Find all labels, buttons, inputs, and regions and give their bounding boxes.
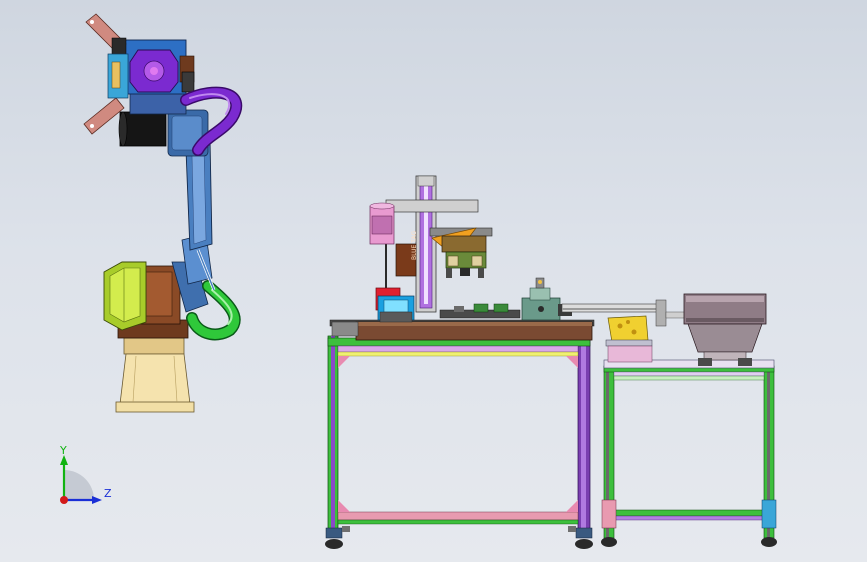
motor-green-icon [103,261,147,331]
table-side-block [331,321,359,337]
label-block: BLUE TAG [395,231,418,277]
feeder-frame [603,365,775,539]
bracket-br [566,500,578,512]
feeder-feet [601,499,777,547]
bracket-tr [566,356,578,368]
gantry-arm [385,199,479,213]
robot-arm[interactable] [83,13,243,413]
axis-triad: Y Z [59,444,112,504]
gantry-gripper [441,235,487,278]
z-axis-arrow-icon [92,496,102,504]
gripper-jaw-top [85,13,127,57]
axis-quadrant [64,470,94,500]
gripper-jaw-bottom [83,97,125,135]
main-feet [325,526,593,549]
pink-cylinder-icon [369,202,395,245]
gripper-tag-text: BLUE TAG [411,231,418,260]
flange-disc-icon [129,49,179,93]
hopper-yellow-icon [605,315,653,363]
conveyor-plates [439,303,521,319]
main-frame-legs [327,335,591,537]
vibratory-bowl-icon [683,293,767,366]
axis-origin-icon [60,496,68,504]
feeder-station[interactable] [561,293,777,547]
z-axis-label: Z [104,487,112,500]
main-workstation[interactable]: BLUE TAG [325,175,595,549]
fixture-cyan [377,295,415,323]
main-bottom-rail [337,511,579,521]
robot-pedestal [115,337,195,413]
valve-block-icon [521,277,572,321]
y-axis-label: Y [59,444,67,457]
main-top-rail-inner [337,345,579,353]
bracket-bl [338,500,350,512]
main-bottom-rail-green [337,519,579,525]
table-top-highlight [356,322,592,326]
cad-viewport[interactable]: BLUE TAG Y Z [0,0,867,562]
gripper-plate [111,61,121,89]
assembly-drawing: BLUE TAG Y Z [59,13,777,549]
bracket-tl [338,356,350,368]
main-top-rail-yellow [337,351,579,357]
gantry-column [415,175,437,313]
